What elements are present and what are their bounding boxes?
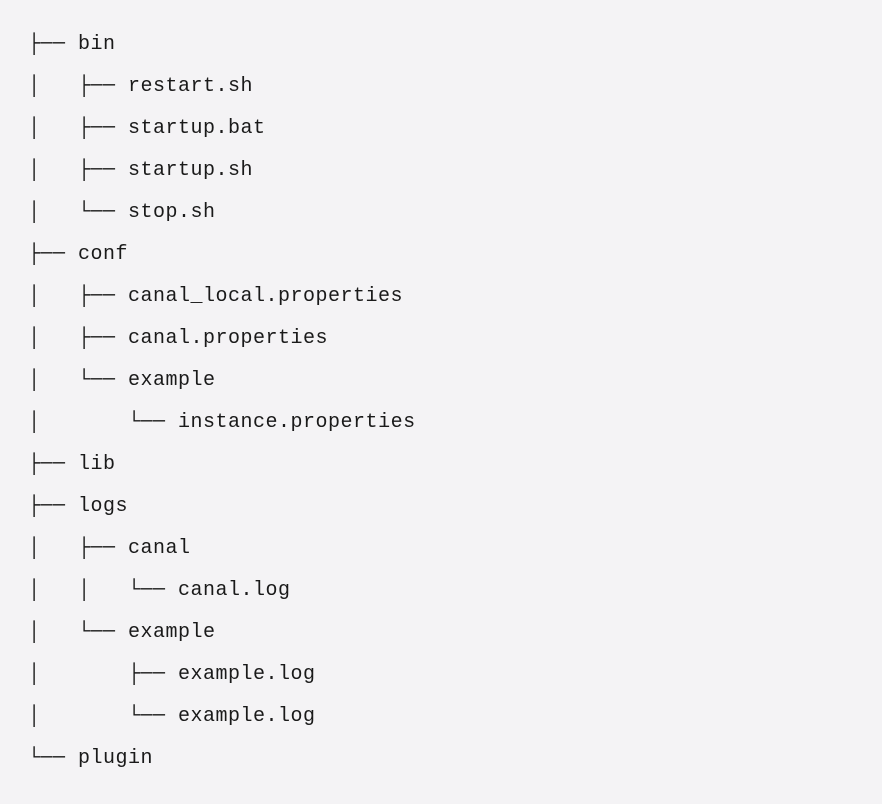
tree-node-label: example.log bbox=[178, 663, 316, 686]
tree-row: │ ├── canal bbox=[28, 528, 854, 570]
tree-node-label: canal.properties bbox=[128, 327, 328, 350]
tree-branch-icon: │ ├── bbox=[28, 75, 128, 98]
tree-branch-icon: │ ├── bbox=[28, 285, 128, 308]
tree-row: │ ├── restart.sh bbox=[28, 66, 854, 108]
tree-node-label: stop.sh bbox=[128, 201, 216, 224]
tree-branch-icon: │ ├── bbox=[28, 537, 128, 560]
tree-branch-icon: │ └── bbox=[28, 411, 178, 434]
tree-row: │ ├── example.log bbox=[28, 654, 854, 696]
tree-node-label: example bbox=[128, 369, 216, 392]
tree-node-label: startup.sh bbox=[128, 159, 253, 182]
tree-row: └── plugin bbox=[28, 738, 854, 780]
tree-row: ├── logs bbox=[28, 486, 854, 528]
tree-row: │ └── example bbox=[28, 360, 854, 402]
tree-row: ├── bin bbox=[28, 24, 854, 66]
tree-branch-icon: │ └── bbox=[28, 201, 128, 224]
tree-node-label: example.log bbox=[178, 705, 316, 728]
tree-branch-icon: │ ├── bbox=[28, 327, 128, 350]
tree-branch-icon: │ └── bbox=[28, 705, 178, 728]
tree-branch-icon: ├── bbox=[28, 495, 78, 518]
tree-branch-icon: │ ├── bbox=[28, 159, 128, 182]
tree-node-label: canal bbox=[128, 537, 191, 560]
tree-node-label: logs bbox=[78, 495, 128, 518]
tree-row: │ ├── startup.bat bbox=[28, 108, 854, 150]
tree-branch-icon: │ └── bbox=[28, 621, 128, 644]
tree-branch-icon: ├── bbox=[28, 453, 78, 476]
tree-branch-icon: │ └── bbox=[28, 369, 128, 392]
tree-branch-icon: │ ├── bbox=[28, 117, 128, 140]
tree-node-label: canal.log bbox=[178, 579, 291, 602]
tree-node-label: startup.bat bbox=[128, 117, 266, 140]
tree-node-label: instance.properties bbox=[178, 411, 416, 434]
tree-node-label: lib bbox=[78, 453, 116, 476]
tree-row: │ └── stop.sh bbox=[28, 192, 854, 234]
tree-row: │ ├── startup.sh bbox=[28, 150, 854, 192]
tree-row: │ │ └── canal.log bbox=[28, 570, 854, 612]
tree-node-label: conf bbox=[78, 243, 128, 266]
tree-branch-icon: │ ├── bbox=[28, 663, 178, 686]
tree-row: │ └── example.log bbox=[28, 696, 854, 738]
tree-node-label: restart.sh bbox=[128, 75, 253, 98]
tree-branch-icon: └── bbox=[28, 747, 78, 770]
tree-row: ├── conf bbox=[28, 234, 854, 276]
tree-row: │ └── instance.properties bbox=[28, 402, 854, 444]
tree-row: │ ├── canal.properties bbox=[28, 318, 854, 360]
tree-branch-icon: ├── bbox=[28, 243, 78, 266]
tree-row: ├── lib bbox=[28, 444, 854, 486]
tree-node-label: bin bbox=[78, 33, 116, 56]
tree-row: │ └── example bbox=[28, 612, 854, 654]
tree-branch-icon: ├── bbox=[28, 33, 78, 56]
tree-row: │ ├── canal_local.properties bbox=[28, 276, 854, 318]
tree-branch-icon: │ │ └── bbox=[28, 579, 178, 602]
tree-node-label: canal_local.properties bbox=[128, 285, 403, 308]
tree-node-label: plugin bbox=[78, 747, 153, 770]
tree-node-label: example bbox=[128, 621, 216, 644]
tree-output: ├── bin│ ├── restart.sh│ ├── startup.bat… bbox=[28, 24, 854, 780]
